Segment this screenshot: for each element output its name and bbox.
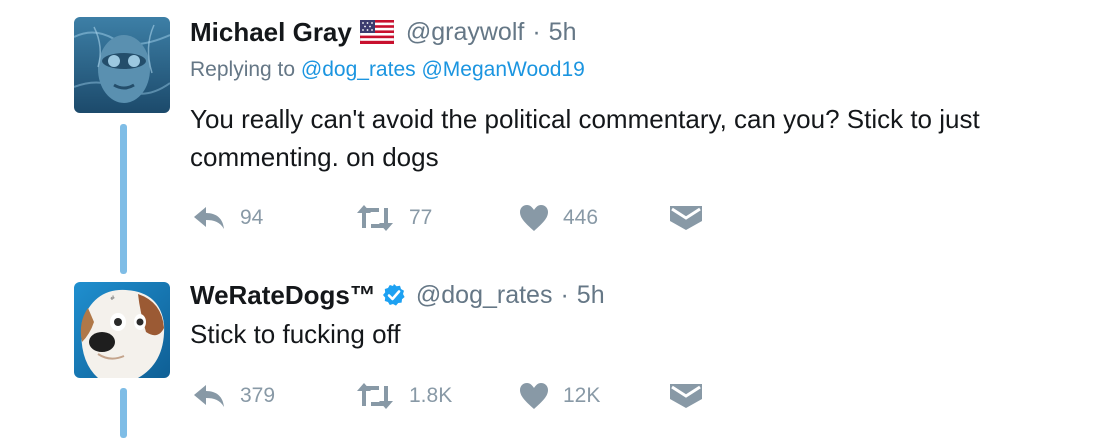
- retweet-button[interactable]: 77: [355, 204, 519, 232]
- reply-button[interactable]: 94: [192, 205, 355, 231]
- reply-icon: [192, 383, 226, 409]
- retweet-button[interactable]: 1.8K: [355, 382, 519, 410]
- avatar-weratedogs[interactable]: #: [74, 282, 170, 378]
- envelope-icon: [669, 382, 703, 410]
- direct-message-button[interactable]: [669, 204, 703, 232]
- like-button[interactable]: 446: [519, 204, 669, 232]
- retweet-count: 77: [409, 206, 433, 229]
- like-button[interactable]: 12K: [519, 382, 669, 410]
- heart-icon: [519, 204, 549, 232]
- envelope-icon: [669, 204, 703, 232]
- tweet-text: You really can't avoid the political com…: [190, 104, 980, 172]
- us-flag-icon: [359, 20, 394, 44]
- verified-badge-icon: [382, 283, 406, 307]
- retweet-icon: [355, 382, 395, 410]
- author-name[interactable]: WeRateDogs™: [190, 280, 376, 311]
- reply-count: 94: [240, 206, 264, 229]
- tweet-actions: 379 1.8K 12K: [192, 378, 703, 414]
- reply-icon: [192, 205, 226, 231]
- separator-dot: ·: [532, 17, 541, 46]
- tweet-timestamp[interactable]: 5h: [577, 281, 605, 310]
- tweet-header: Michael Gray @graywolf · 5h: [190, 12, 576, 52]
- author-handle[interactable]: @graywolf: [406, 18, 524, 47]
- author-name[interactable]: Michael Gray: [190, 17, 352, 48]
- retweet-count: 1.8K: [409, 384, 453, 407]
- like-count: 12K: [563, 384, 601, 407]
- author-handle[interactable]: @dog_rates: [416, 281, 553, 310]
- tweet-header: WeRateDogs™ @dog_rates · 5h: [190, 275, 605, 315]
- replying-to: Replying to @dog_rates @MeganWood19: [190, 58, 585, 82]
- thread-line-lower: [120, 388, 127, 438]
- mention-link-meganwood19[interactable]: @MeganWood19: [421, 58, 584, 81]
- direct-message-button[interactable]: [669, 382, 703, 410]
- mention-link-dog-rates[interactable]: @dog_rates: [301, 58, 416, 81]
- separator-dot: ·: [560, 280, 569, 309]
- thread-line-upper: [120, 124, 127, 274]
- svg-text:#: #: [110, 295, 115, 302]
- heart-icon: [519, 382, 549, 410]
- tweet-timestamp[interactable]: 5h: [549, 18, 577, 47]
- retweet-icon: [355, 204, 395, 232]
- reply-count: 379: [240, 384, 276, 407]
- replying-to-label: Replying to: [190, 58, 296, 81]
- tweet-text: Stick to fucking off: [190, 319, 401, 349]
- reply-button[interactable]: 379: [192, 383, 355, 409]
- avatar-michael-gray[interactable]: [74, 17, 170, 113]
- like-count: 446: [563, 206, 599, 229]
- tweet-actions: 94 77 446: [192, 200, 703, 236]
